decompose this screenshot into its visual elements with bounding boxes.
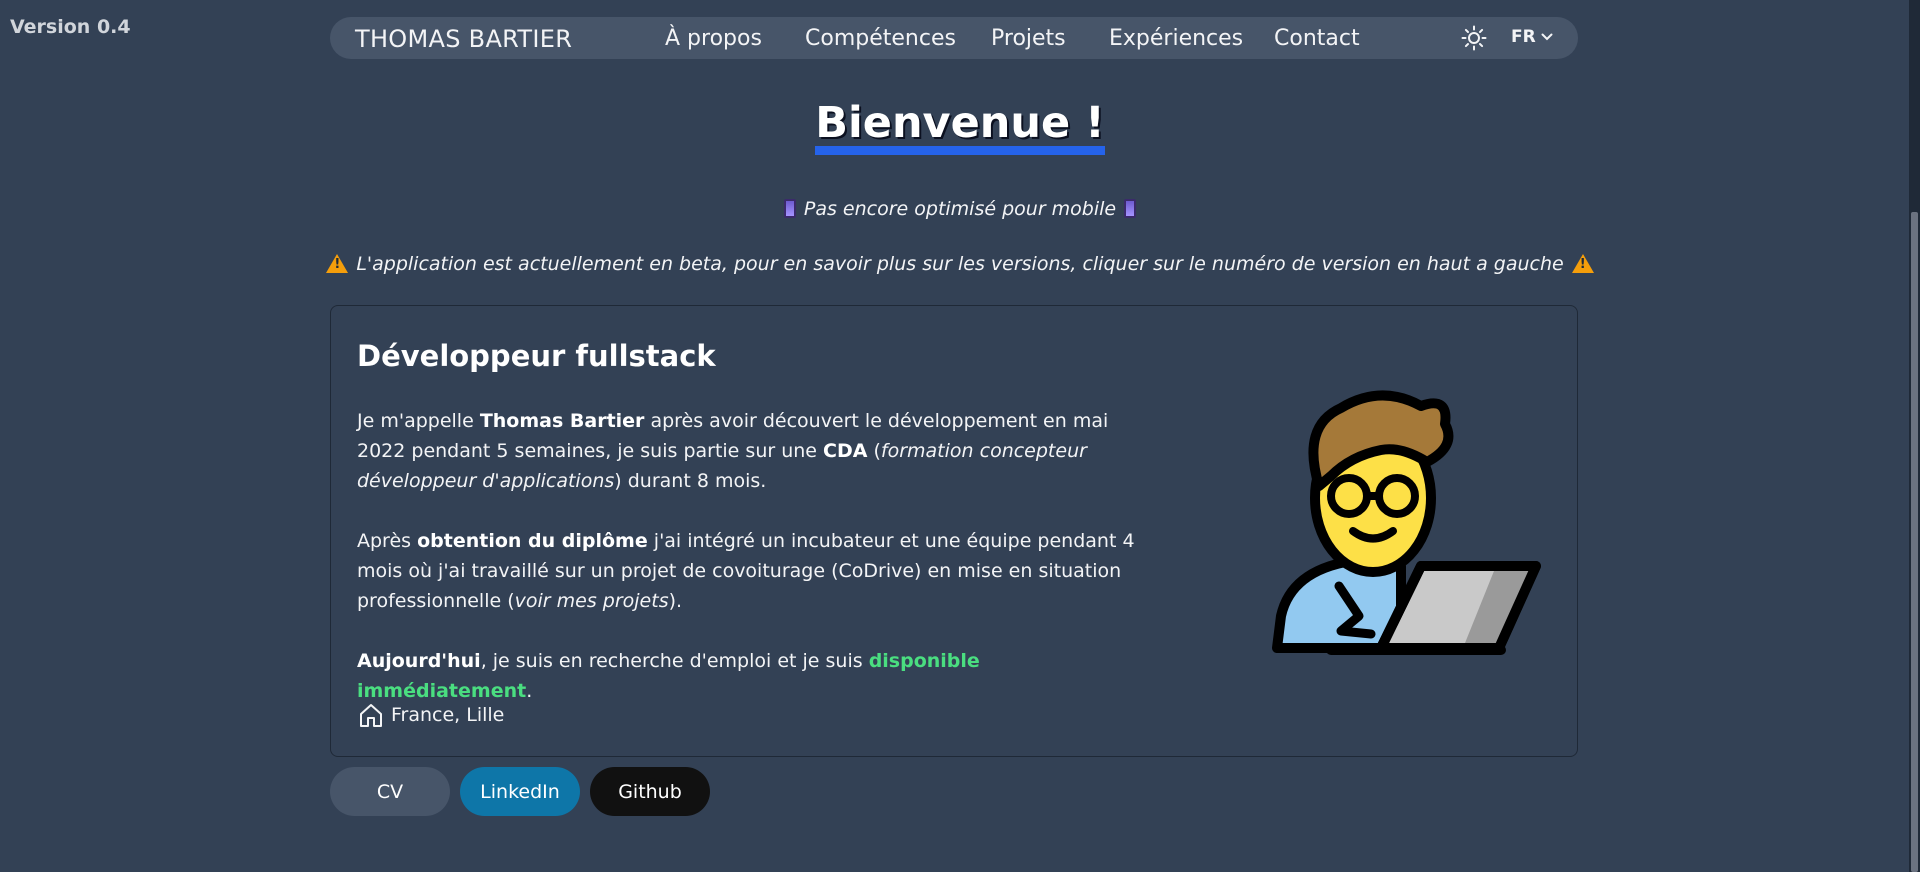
chevron-down-icon (1541, 33, 1553, 41)
mobile-phone-icon (783, 199, 796, 218)
nav-link-a-propos[interactable]: À propos (665, 26, 762, 51)
page-title: Bienvenue ! (0, 98, 1920, 155)
warning-icon (326, 254, 349, 273)
language-label: FR (1511, 27, 1536, 47)
scrollbar[interactable] (1909, 0, 1920, 872)
linkedin-button[interactable]: LinkedIn (460, 767, 580, 816)
mobile-notice-text: Pas encore optimisé pour mobile (803, 198, 1117, 220)
location: France, Lille (357, 701, 504, 729)
nav-link-competences[interactable]: Compétences (805, 26, 956, 51)
mobile-phone-icon (1124, 199, 1137, 218)
nav-link-projets[interactable]: Projets (991, 26, 1066, 51)
beta-notice: L'application est actuellement en beta, … (0, 253, 1920, 275)
warning-icon (1571, 254, 1594, 273)
scrollbar-thumb[interactable] (1911, 212, 1918, 872)
cv-button[interactable]: CV (330, 767, 450, 816)
mobile-notice: Pas encore optimisé pour mobile (0, 198, 1920, 220)
github-button[interactable]: Github (590, 767, 710, 816)
navbar: THOMAS BARTIER À propos Compétences Proj… (330, 17, 1578, 59)
availability-paragraph: Aujourd'hui, je suis en recherche d'empl… (357, 650, 980, 702)
experience-paragraph: Après obtention du diplôme j'ai intégré … (357, 530, 1135, 612)
page-title-text: Bienvenue ! (815, 100, 1105, 155)
nav-link-contact[interactable]: Contact (1274, 26, 1360, 51)
brand-name[interactable]: THOMAS BARTIER (355, 25, 572, 53)
nav-link-experiences[interactable]: Expériences (1109, 26, 1243, 51)
technologist-icon (1272, 390, 1541, 655)
about-card: Développeur fullstack Je m'appelle Thoma… (330, 305, 1578, 757)
version-link[interactable]: Version 0.4 (10, 16, 131, 38)
location-text: France, Lille (391, 704, 505, 726)
card-title: Développeur fullstack (357, 339, 716, 373)
home-icon (360, 704, 382, 727)
language-select[interactable]: FR (1511, 27, 1553, 47)
beta-notice-text: L'application est actuellement en beta, … (356, 253, 1564, 275)
intro-paragraph: Je m'appelle Thomas Bartier après avoir … (357, 410, 1109, 492)
sun-icon[interactable] (1461, 25, 1487, 51)
